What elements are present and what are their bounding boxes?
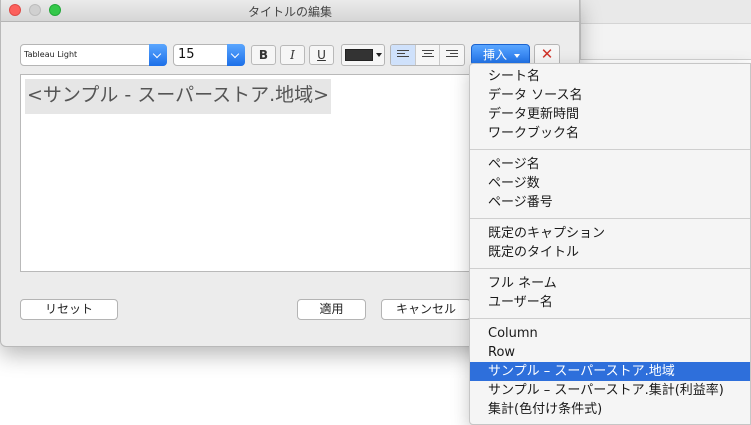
- align-right-button[interactable]: [440, 45, 464, 65]
- menu-item-default-caption[interactable]: 既定のキャプション: [470, 224, 750, 243]
- menu-item-page-count[interactable]: ページ数: [470, 174, 750, 193]
- menu-item-data-update-time[interactable]: データ更新時間: [470, 105, 750, 124]
- apply-button[interactable]: 適用: [297, 299, 366, 320]
- menu-item-workbook-name[interactable]: ワークブック名: [470, 124, 750, 143]
- text-color-picker[interactable]: [341, 44, 385, 66]
- background-window-toolbar: [581, 0, 751, 24]
- insert-label: 挿入: [483, 48, 508, 62]
- menu-item-full-name[interactable]: フル ネーム: [470, 274, 750, 293]
- menu-item-default-title[interactable]: 既定のタイトル: [470, 243, 750, 262]
- align-right-icon: [446, 50, 459, 60]
- menu-separator: [470, 318, 750, 319]
- menu-item-data-source-name[interactable]: データ ソース名: [470, 86, 750, 105]
- font-family-select[interactable]: Tableau Light: [20, 44, 167, 66]
- cancel-button[interactable]: キャンセル: [381, 299, 471, 320]
- title-bar: タイトルの編集: [1, 0, 579, 22]
- menu-item-column[interactable]: Column: [470, 324, 750, 343]
- caret-down-icon: [514, 54, 520, 58]
- menu-item-page-number[interactable]: ページ番号: [470, 193, 750, 212]
- align-left-icon: [397, 50, 409, 60]
- font-size-select[interactable]: 15: [173, 44, 245, 66]
- menu-item-user-name[interactable]: ユーザー名: [470, 293, 750, 312]
- bold-button[interactable]: B: [251, 45, 276, 65]
- menu-item-row[interactable]: Row: [470, 343, 750, 362]
- italic-button[interactable]: I: [280, 45, 305, 65]
- font-size-value: 15: [178, 47, 195, 62]
- editor-content[interactable]: <サンプル - スーパーストア.地域>: [25, 79, 332, 114]
- font-family-value: Tableau Light: [24, 50, 78, 59]
- chevron-down-icon[interactable]: [149, 44, 167, 66]
- menu-item-sheet-name[interactable]: シート名: [470, 67, 750, 86]
- alignment-group: [390, 44, 465, 66]
- align-left-button[interactable]: [391, 45, 416, 65]
- menu-separator: [470, 218, 750, 219]
- chevron-down-icon[interactable]: [227, 44, 245, 66]
- menu-item-page-name[interactable]: ページ名: [470, 155, 750, 174]
- align-center-icon: [421, 50, 434, 60]
- caret-down-icon: [376, 53, 382, 57]
- underline-button[interactable]: U: [309, 45, 334, 65]
- background-window: [580, 0, 751, 60]
- color-swatch: [345, 49, 373, 61]
- menu-item-aggregate-color-condition[interactable]: 集計(色付け条件式): [470, 400, 750, 419]
- menu-item-superstore-region[interactable]: サンプル – スーパーストア.地域: [470, 362, 750, 381]
- insert-dropdown-menu: シート名 データ ソース名 データ更新時間 ワークブック名 ページ名 ページ数 …: [469, 63, 751, 425]
- align-center-button[interactable]: [416, 45, 441, 65]
- window-title: タイトルの編集: [247, 5, 332, 19]
- reset-button[interactable]: リセット: [20, 299, 118, 320]
- menu-item-superstore-profit-ratio[interactable]: サンプル – スーパーストア.集計(利益率): [470, 381, 750, 400]
- menu-separator: [470, 268, 750, 269]
- menu-separator: [470, 149, 750, 150]
